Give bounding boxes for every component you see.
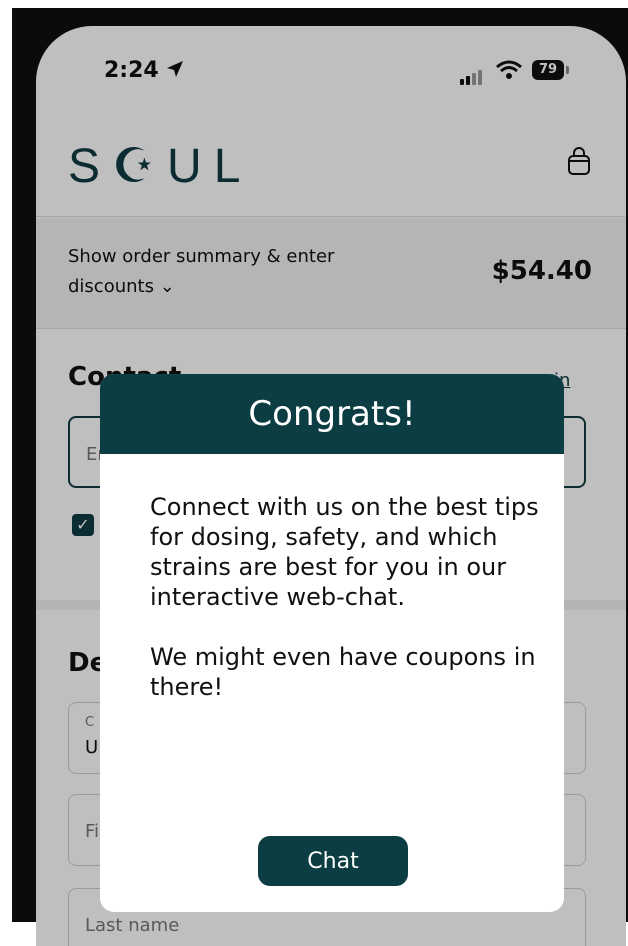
chat-button[interactable]: Chat	[258, 836, 408, 886]
phone-screen: 2:24 79 S☪UL Show order summary & enter …	[36, 26, 626, 946]
modal-body: Connect with us on the best tips for dos…	[150, 492, 540, 732]
congrats-modal: Congrats! Connect with us on the best ti…	[100, 374, 564, 912]
modal-paragraph-chat: Connect with us on the best tips for dos…	[150, 493, 539, 611]
screenshot-frame: 2:24 79 S☪UL Show order summary & enter …	[12, 8, 628, 946]
modal-paragraph-coupons: We might even have coupons in there!	[150, 643, 536, 701]
modal-title: Congrats!	[100, 374, 564, 454]
